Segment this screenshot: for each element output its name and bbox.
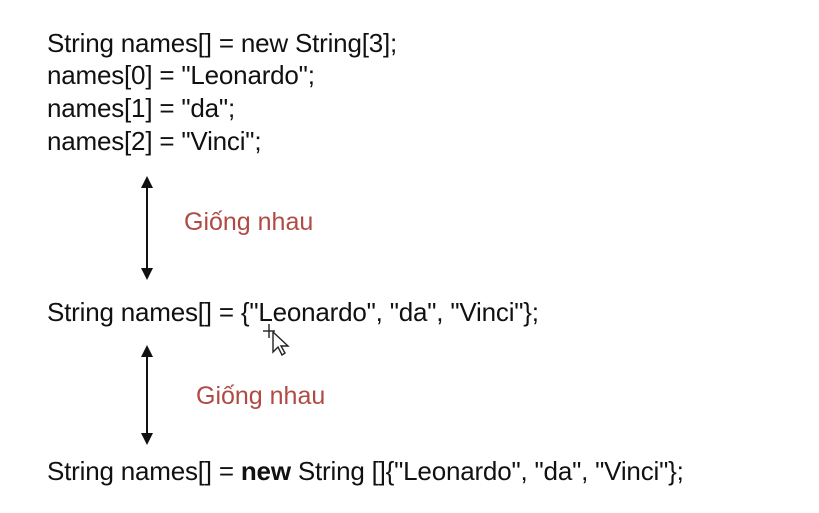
same-label-2: Giống nhau (196, 382, 326, 410)
same-label-1: Giống nhau (184, 208, 314, 236)
double-arrow-icon (141, 176, 153, 280)
code-line-1: String names[] = new String[3]; (47, 28, 398, 58)
slide: String names[] = new String[3]; names[0]… (0, 0, 819, 513)
new-keyword: new (240, 456, 291, 486)
code-line-6-prefix: String names[] = (47, 456, 241, 486)
code-line-4: names[2] = "Vinci"; (47, 126, 262, 156)
mouse-cursor-icon (263, 324, 290, 356)
double-arrow-icon (141, 345, 153, 445)
code-line-6-suffix: String []{"Leonardo", "da", "Vinci"}; (290, 456, 684, 486)
code-line-5: String names[] = {"Leonardo", "da", "Vin… (47, 297, 539, 327)
code-line-3: names[1] = "da"; (47, 93, 235, 123)
code-line-6: String names[] = new String []{"Leonardo… (47, 456, 684, 486)
code-line-2: names[0] = "Leonardo"; (47, 60, 315, 90)
